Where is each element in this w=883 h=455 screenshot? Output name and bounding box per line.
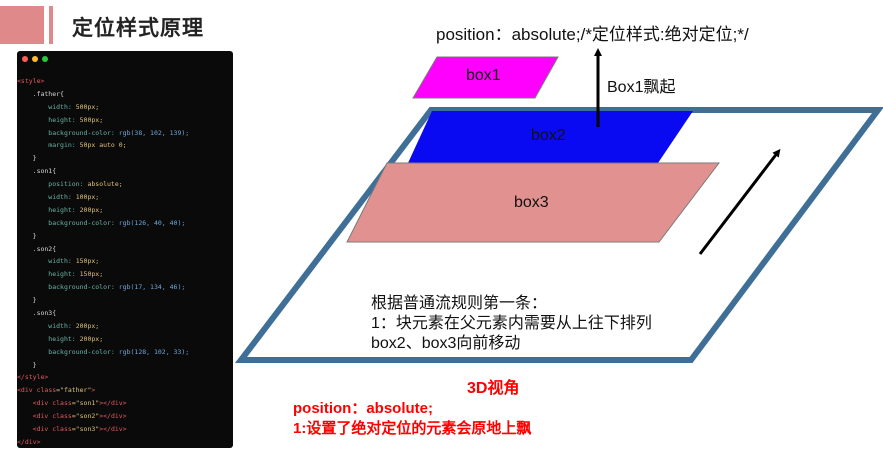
box3-label: box3 xyxy=(514,194,549,211)
view-label: 3D视角 xyxy=(467,380,520,397)
rule-line-3: box2、box3向前移动 xyxy=(371,335,521,352)
box1-label: box1 xyxy=(466,67,501,84)
position-code-label: position：absolute;/*定位样式:绝对定位;*/ xyxy=(436,25,749,44)
float-label: Box1飘起 xyxy=(607,79,676,96)
diagram-svg xyxy=(234,48,883,363)
note-line-1: position：absolute; xyxy=(293,400,433,417)
box2-label: box2 xyxy=(531,127,566,144)
note-line-2: 1:设置了绝对定位的元素会原地上飘 xyxy=(293,420,532,437)
